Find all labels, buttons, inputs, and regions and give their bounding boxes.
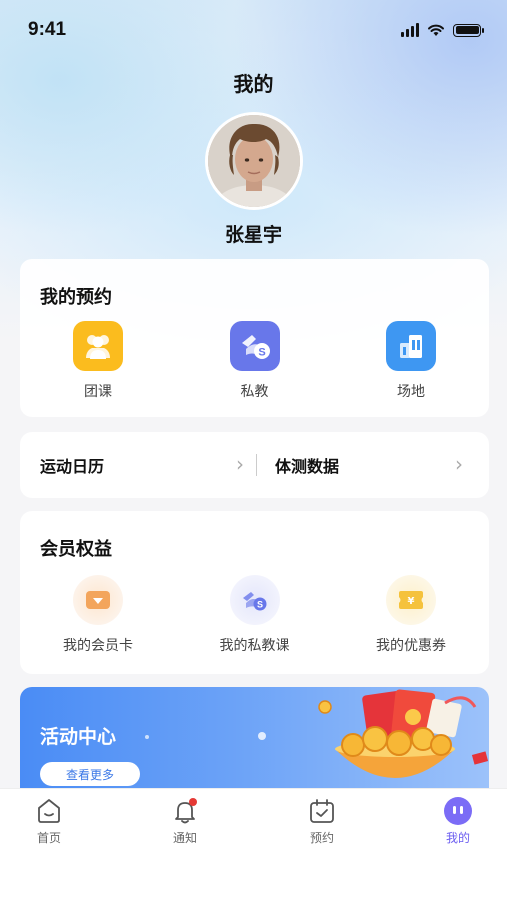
coach-icon: S bbox=[229, 321, 280, 371]
tab-label: 通知 bbox=[172, 831, 197, 845]
calendar-icon bbox=[310, 799, 334, 823]
divider bbox=[256, 454, 257, 476]
tab-label: 预约 bbox=[309, 831, 334, 845]
page-title: 我的 bbox=[233, 72, 274, 96]
benefit-member-card[interactable]: 我的会员卡 bbox=[20, 575, 176, 655]
links-card: 运动日历 › 体测数据 › bbox=[20, 432, 489, 498]
booking-label: 团课 bbox=[84, 384, 112, 400]
body-data-label: 体测数据 bbox=[275, 457, 340, 476]
group-icon bbox=[73, 321, 123, 371]
home-icon bbox=[38, 799, 60, 823]
banner-sparkle bbox=[145, 735, 149, 739]
booking-label: 场地 bbox=[397, 384, 425, 400]
chevron-right-icon: › bbox=[236, 452, 244, 476]
coupon-icon: ¥ bbox=[386, 575, 436, 625]
member-card-icon bbox=[73, 575, 123, 625]
svg-text:S: S bbox=[256, 600, 262, 610]
status-bar: 9:41 bbox=[0, 0, 507, 60]
booking-label: 私教 bbox=[240, 384, 269, 400]
tab-notifications[interactable]: 通知 bbox=[145, 797, 225, 846]
battery-icon bbox=[453, 23, 484, 37]
avatar[interactable] bbox=[205, 112, 303, 210]
building-icon bbox=[386, 321, 436, 371]
benefit-label: 我的私教课 bbox=[219, 638, 290, 654]
booking-group-class[interactable]: 团课 bbox=[20, 321, 176, 401]
bell-icon bbox=[175, 798, 197, 824]
username: 张星宇 bbox=[224, 224, 282, 246]
red-envelope-bowl-icon bbox=[318, 689, 489, 778]
banner-sparkle bbox=[258, 732, 266, 740]
body-data-link[interactable]: 体测数据 › bbox=[275, 432, 475, 498]
booking-private-coach[interactable]: S 私教 bbox=[177, 321, 333, 401]
wifi-icon bbox=[428, 24, 444, 36]
coach-course-icon: S bbox=[229, 575, 280, 625]
svg-text:S: S bbox=[258, 347, 265, 359]
status-icons bbox=[401, 23, 484, 37]
tab-booking[interactable]: 预约 bbox=[282, 797, 362, 846]
calendar-label: 运动日历 bbox=[40, 457, 105, 476]
benefits-card: 会员权益 我的会员卡 S 我的私教课 ¥ 我的优惠券 bbox=[20, 511, 489, 674]
tab-home[interactable]: 首页 bbox=[9, 797, 89, 846]
banner-title: 活动中心 bbox=[40, 726, 117, 748]
benefit-label: 我的优惠券 bbox=[376, 638, 446, 654]
svg-text:¥: ¥ bbox=[408, 596, 415, 607]
booking-card: 我的预约 团课 S 私教 场地 bbox=[20, 259, 489, 417]
benefit-coupon[interactable]: ¥ 我的优惠券 bbox=[333, 575, 489, 655]
calendar-link[interactable]: 运动日历 › bbox=[40, 432, 255, 498]
view-more-button[interactable]: 查看更多 bbox=[40, 762, 140, 786]
chevron-right-icon: › bbox=[455, 452, 463, 476]
booking-title: 我的预约 bbox=[40, 287, 112, 308]
tab-profile[interactable]: 我的 bbox=[418, 797, 498, 846]
profile-icon bbox=[444, 797, 472, 825]
signal-icon bbox=[401, 23, 419, 37]
activity-banner[interactable]: 活动中心 查看更多 bbox=[20, 687, 489, 797]
tab-label: 我的 bbox=[445, 831, 470, 845]
tab-label: 首页 bbox=[36, 831, 61, 845]
benefit-label: 我的会员卡 bbox=[63, 638, 133, 654]
booking-venue[interactable]: 场地 bbox=[333, 321, 489, 401]
tab-bar: 首页 通知 预约 我的 bbox=[0, 788, 507, 900]
status-time: 9:41 bbox=[28, 19, 67, 40]
benefit-coach-course[interactable]: S 我的私教课 bbox=[177, 575, 333, 655]
benefits-title: 会员权益 bbox=[40, 539, 112, 560]
